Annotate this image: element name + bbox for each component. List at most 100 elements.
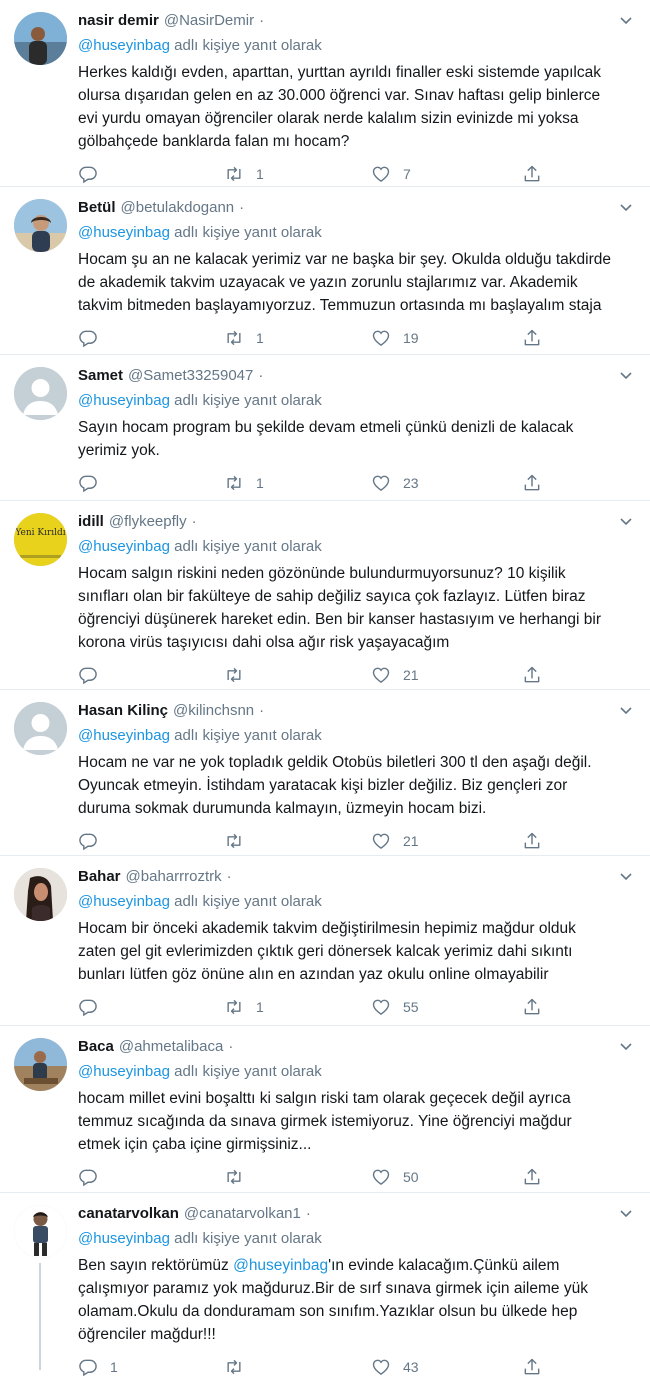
mention-link[interactable]: @huseyinbag: [78, 893, 170, 910]
avatar[interactable]: [14, 199, 67, 252]
like-button[interactable]: 50: [371, 1166, 419, 1188]
tweet[interactable]: Samet @Samet33259047 · @huseyinbag adlı …: [0, 355, 650, 501]
tweet-text: hocam millet evini boşalttı ki salgın ri…: [78, 1090, 572, 1153]
heart-icon: [372, 1169, 390, 1185]
chevron-down-icon[interactable]: [618, 702, 634, 718]
separator-dot: ·: [305, 1205, 311, 1222]
heart-icon: [372, 1359, 390, 1375]
chevron-down-icon[interactable]: [618, 367, 634, 383]
author-handle[interactable]: @betulakdogann: [121, 197, 235, 219]
reply-button[interactable]: [78, 1166, 110, 1188]
reply-button[interactable]: [78, 830, 110, 852]
reply-button[interactable]: [78, 996, 110, 1018]
share-button[interactable]: [522, 327, 542, 349]
like-button[interactable]: 43: [371, 1356, 419, 1378]
author-handle[interactable]: @NasirDemir: [164, 10, 254, 32]
mention-link[interactable]: @huseyinbag: [78, 392, 170, 409]
share-button[interactable]: [522, 830, 542, 852]
author-handle[interactable]: @kilinchsnn: [173, 700, 254, 722]
author-handle[interactable]: @baharrroztrk: [126, 866, 222, 888]
chevron-down-icon[interactable]: [618, 12, 634, 28]
tweet[interactable]: Betül @betulakdogann · @huseyinbag adlı …: [0, 187, 650, 355]
tweet[interactable]: Yeni Kırıldı idill @flykeepfly · @huseyi…: [0, 501, 650, 690]
share-icon: [524, 329, 540, 346]
mention-link[interactable]: @huseyinbag: [78, 727, 170, 744]
like-button[interactable]: 21: [371, 664, 419, 686]
share-button[interactable]: [522, 664, 542, 686]
retweet-button[interactable]: 1: [224, 163, 264, 185]
retweet-icon: [227, 667, 241, 683]
tweet[interactable]: Baca @ahmetalibaca · @huseyinbag adlı ki…: [0, 1026, 650, 1193]
reply-button[interactable]: [78, 163, 110, 185]
share-button[interactable]: [522, 1356, 542, 1378]
like-button[interactable]: 23: [371, 472, 419, 494]
avatar[interactable]: Yeni Kırıldı: [14, 513, 67, 566]
author-name[interactable]: canatarvolkan: [78, 1203, 179, 1225]
share-button[interactable]: [522, 996, 542, 1018]
retweet-button[interactable]: [224, 1166, 256, 1188]
author-handle[interactable]: @Samet33259047: [128, 365, 253, 387]
author-name[interactable]: Betül: [78, 197, 116, 219]
mention-link[interactable]: @huseyinbag: [78, 1063, 170, 1080]
retweet-button[interactable]: [224, 1356, 256, 1378]
avatar[interactable]: [14, 868, 67, 921]
reply-button[interactable]: [78, 327, 110, 349]
chevron-down-icon[interactable]: [618, 1038, 634, 1054]
tweet[interactable]: Hasan Kilinç @kilinchsnn · @huseyinbag a…: [0, 690, 650, 856]
author-handle[interactable]: @canatarvolkan1: [184, 1203, 301, 1225]
tweet-text: Herkes kaldığı evden, aparttan, yurttan …: [78, 64, 601, 150]
thread-line: [39, 1263, 41, 1370]
author-name[interactable]: idill: [78, 511, 104, 533]
share-button[interactable]: [522, 1166, 542, 1188]
tweet[interactable]: canatarvolkan @canatarvolkan1 · @huseyin…: [0, 1193, 650, 1378]
like-button[interactable]: 7: [371, 163, 411, 185]
replying-to: @huseyinbag adlı kişiye yanıt olarak: [78, 727, 322, 744]
reply-button[interactable]: 1: [78, 1356, 118, 1378]
reply-button[interactable]: [78, 664, 110, 686]
author-name[interactable]: Samet: [78, 365, 123, 387]
chevron-down-icon[interactable]: [618, 513, 634, 529]
avatar[interactable]: [14, 702, 67, 755]
replying-to: @huseyinbag adlı kişiye yanıt olarak: [78, 893, 322, 910]
retweet-button[interactable]: [224, 830, 256, 852]
author-name[interactable]: Baca: [78, 1036, 114, 1058]
author-name[interactable]: Hasan Kilinç: [78, 700, 168, 722]
retweet-button[interactable]: 1: [224, 327, 264, 349]
replying-to: @huseyinbag adlı kişiye yanıt olarak: [78, 1230, 322, 1247]
mention-link[interactable]: @huseyinbag: [78, 37, 170, 54]
reply-feed: nasir demir @NasirDemir · @huseyinbag ad…: [0, 0, 650, 1378]
share-button[interactable]: [522, 163, 542, 185]
tweet[interactable]: Bahar @baharrroztrk · @huseyinbag adlı k…: [0, 856, 650, 1026]
share-icon: [524, 998, 540, 1015]
mention-link[interactable]: @huseyinbag: [78, 224, 170, 241]
mention-link[interactable]: @huseyinbag: [78, 1230, 170, 1247]
share-icon: [524, 474, 540, 491]
chevron-down-icon[interactable]: [618, 868, 634, 884]
chevron-down-icon[interactable]: [618, 199, 634, 215]
reply-button[interactable]: [78, 472, 110, 494]
chevron-down-icon[interactable]: [618, 1205, 634, 1221]
author-handle[interactable]: @ahmetalibaca: [119, 1036, 223, 1058]
author-name[interactable]: Bahar: [78, 866, 121, 888]
like-button[interactable]: 19: [371, 327, 419, 349]
reply-icon: [79, 667, 97, 685]
author-handle[interactable]: @flykeepfly: [109, 511, 187, 533]
like-button[interactable]: 21: [371, 830, 419, 852]
author-name[interactable]: nasir demir: [78, 10, 159, 32]
retweet-button[interactable]: 1: [224, 996, 264, 1018]
avatar[interactable]: [14, 1038, 67, 1091]
avatar[interactable]: [14, 367, 67, 420]
separator-dot: ·: [226, 868, 232, 885]
share-button[interactable]: [522, 472, 542, 494]
tweet[interactable]: nasir demir @NasirDemir · @huseyinbag ad…: [0, 0, 650, 187]
replying-to: @huseyinbag adlı kişiye yanıt olarak: [78, 392, 322, 409]
tweet-text: Hocam şu an ne kalacak yerimiz var ne ba…: [78, 251, 612, 314]
like-button[interactable]: 55: [371, 996, 419, 1018]
mention-link[interactable]: @huseyinbag: [233, 1257, 328, 1274]
retweet-button[interactable]: [224, 664, 256, 686]
mention-link[interactable]: @huseyinbag: [78, 538, 170, 555]
avatar[interactable]: [14, 1205, 67, 1258]
avatar[interactable]: [14, 12, 67, 65]
reply-icon: [79, 166, 97, 184]
retweet-button[interactable]: 1: [224, 472, 264, 494]
